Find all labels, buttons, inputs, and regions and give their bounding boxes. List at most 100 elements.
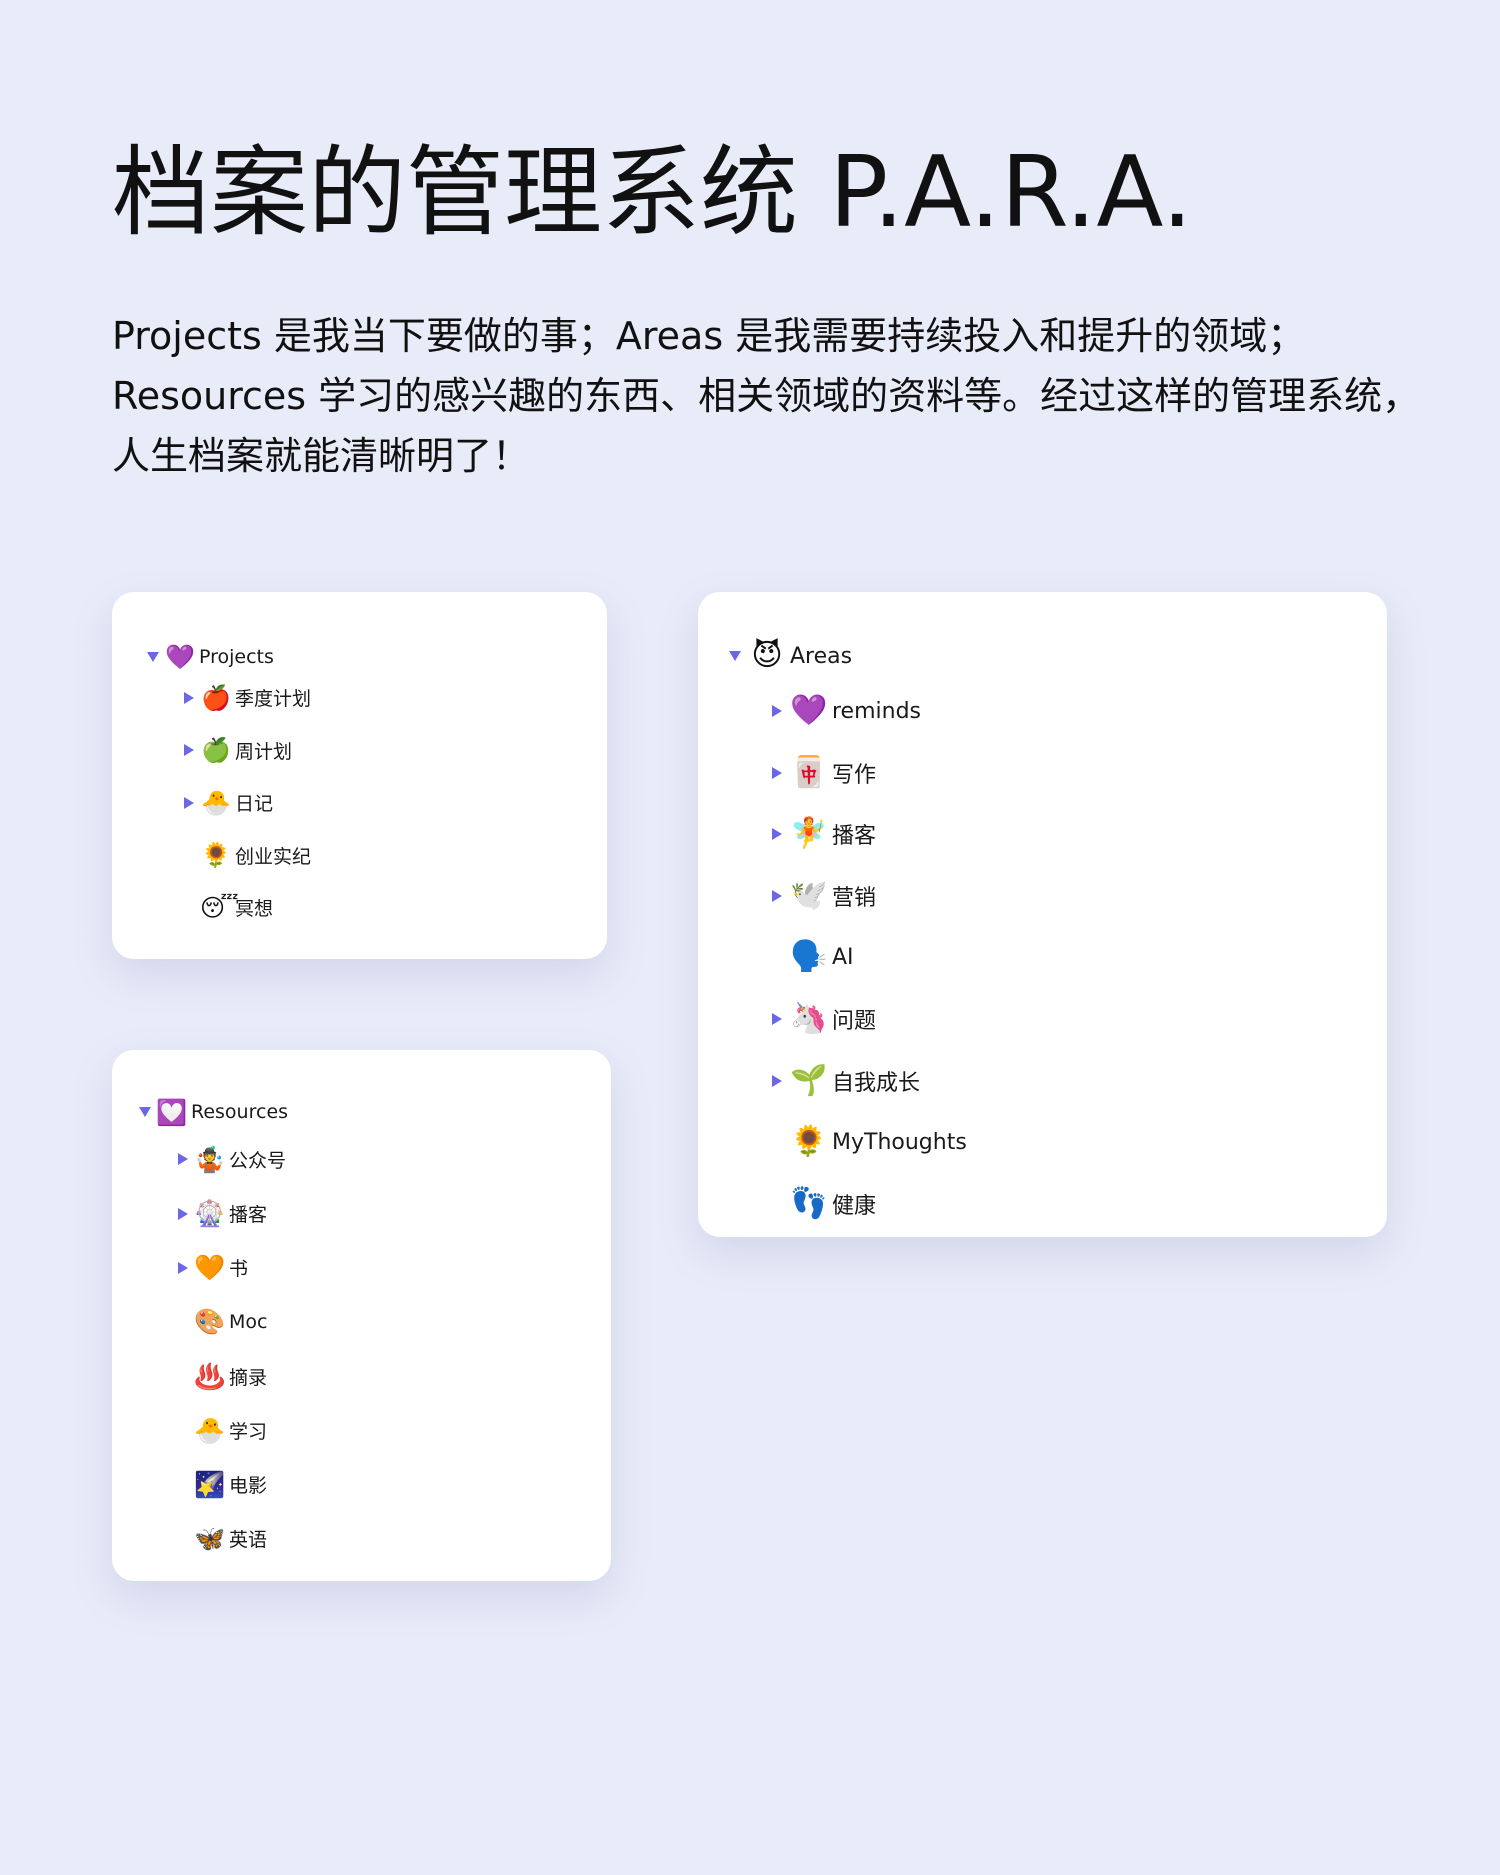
tree-item-label: 健康 [832, 1193, 877, 1219]
butterfly-icon: 🦋 [194, 1524, 226, 1554]
tree-item-label: AI [832, 944, 854, 970]
purple-heart-icon: 💜 [165, 643, 195, 671]
tree-item-label: Moc [229, 1310, 268, 1333]
tree-item-label: 摘录 [229, 1366, 268, 1389]
tree-item-label: 自我成长 [832, 1070, 921, 1096]
tree-item-label: 公众号 [229, 1149, 287, 1172]
tree-item-label: 播客 [229, 1204, 268, 1226]
caret-slot [172, 1261, 194, 1274]
caret-right-icon[interactable] [772, 1013, 782, 1026]
hatching-chick-icon: 🐣 [201, 788, 231, 817]
tree-item[interactable]: 🧚 播客 [764, 811, 876, 857]
caret-right-icon[interactable] [772, 889, 782, 902]
mahjong-tile-icon: 🀄 [790, 754, 828, 790]
tree-item[interactable]: 🐣 日记 [178, 783, 273, 822]
tree-item-label: Projects [199, 646, 274, 668]
tree-item[interactable]: 🦋 英语 [172, 1518, 267, 1559]
tree-item[interactable]: 💜 reminds [764, 688, 921, 734]
footprints-icon: 👣 [790, 1185, 828, 1221]
fairy-icon: 🧚 [790, 816, 828, 852]
hot-springs-icon: ♨️ [194, 1361, 226, 1391]
intro-paragraph: Projects 是我当下要做的事；Areas 是我需要持续投入和提升的领域； … [112, 306, 1421, 486]
caret-right-icon[interactable] [178, 1207, 188, 1220]
caret-right-icon[interactable] [184, 796, 194, 809]
ferris-wheel-icon: 🎡 [194, 1199, 226, 1228]
sunflower-icon: 🌻 [201, 841, 231, 870]
tree-item-label: reminds [832, 698, 922, 724]
caret-slot [178, 691, 200, 704]
dove-icon: 🕊️ [790, 877, 828, 913]
tree-item[interactable]: 🀄 写作 [764, 750, 876, 796]
seedling-icon: 🌱 [790, 1062, 828, 1098]
tree-item-label: 营销 [832, 885, 877, 911]
tree-item-label: Areas [790, 643, 853, 669]
green-apple-icon: 🍏 [201, 736, 231, 765]
tree-item[interactable]: 😴 冥想 [178, 888, 273, 927]
artist-palette-icon: 🎨 [194, 1307, 226, 1337]
tree-item[interactable]: 🌻 创业实纪 [178, 836, 311, 875]
projects-tree-root[interactable]: 💜 Projects [142, 637, 274, 677]
caret-right-icon[interactable] [178, 1153, 188, 1166]
tree-item-label: 书 [229, 1258, 249, 1281]
speaking-head-icon: 🗣️ [790, 939, 828, 975]
tree-item[interactable]: 🍎 季度计划 [178, 678, 311, 717]
tree-item-label: 创业实纪 [235, 845, 312, 868]
tree-item-label: 冥想 [235, 898, 274, 921]
tree-item[interactable]: 🌠 电影 [172, 1464, 267, 1505]
areas-tree-root[interactable]: 😈 Areas [722, 634, 852, 678]
projects-card: 💜 Projects 🍎 季度计划 🍏 周计划 🐣 日记 🌻 创业实纪 😴 冥想 [112, 592, 607, 959]
tree-item-label: 播客 [832, 824, 877, 850]
caret-right-icon[interactable] [184, 691, 194, 704]
page-title: 档案的管理系统 P.A.R.A. [112, 136, 1193, 250]
caret-right-icon[interactable] [772, 766, 782, 779]
tree-item-label: 问题 [832, 1009, 877, 1035]
tree-item[interactable]: 🐣 学习 [172, 1410, 267, 1451]
caret-right-icon[interactable] [772, 1074, 782, 1087]
caret-slot [178, 744, 200, 757]
caret-right-icon[interactable] [178, 1261, 188, 1274]
intro-line: 人生档案就能清晰明了！ [112, 434, 531, 478]
tree-item[interactable]: 🌱 自我成长 [764, 1058, 920, 1104]
caret-slot [764, 1074, 790, 1087]
smiling-devil-icon: 😈 [751, 638, 783, 673]
tree-item[interactable]: 🦄 问题 [764, 996, 876, 1042]
caret-slot [764, 705, 790, 718]
tree-item-label: 电影 [229, 1475, 268, 1497]
tree-item[interactable]: 🗣️ AI [764, 934, 854, 980]
caret-down-icon[interactable] [139, 1107, 151, 1117]
caret-slot [764, 828, 790, 841]
caret-right-icon[interactable] [184, 744, 194, 757]
tree-item-label: 季度计划 [235, 688, 312, 711]
resources-card: 💟 Resources 🤹 公众号 🎡 播客 🧡 书 🎨 Moc ♨️ 摘录 🐣 学习 🌠 电影 🦋 英语 [112, 1050, 611, 1581]
tree-item[interactable]: 🌻 MyThoughts [764, 1119, 966, 1165]
caret-down-icon[interactable] [729, 651, 741, 661]
intro-line: Resources 学习的感兴趣的东西、相关领域的资料等。经过这样的管理系统， [112, 374, 1421, 418]
tree-item[interactable]: 🍏 周计划 [178, 731, 292, 770]
purple-heart-icon: 💜 [790, 693, 828, 729]
tree-item[interactable]: 🧡 书 [172, 1247, 248, 1288]
areas-card: 😈 Areas 💜 reminds 🀄 写作 🧚 播客 🕊️ 营销 🗣️ AI 🦄 问题 🌱 自我成长 🌻 MyT… [698, 592, 1387, 1237]
sleeping-face-icon: 😴 [200, 893, 239, 922]
tree-item[interactable]: 🎡 播客 [172, 1193, 267, 1234]
caret-slot [172, 1207, 194, 1220]
tree-item-label: 日记 [235, 793, 274, 816]
resources-tree-root[interactable]: 💟 Resources [134, 1092, 288, 1132]
caret-down-icon[interactable] [147, 652, 159, 662]
caret-slot [764, 1013, 790, 1026]
caret-right-icon[interactable] [772, 705, 782, 718]
caret-slot [172, 1153, 194, 1166]
caret-slot [178, 796, 200, 809]
tree-item[interactable]: 🕊️ 营销 [764, 873, 876, 919]
tree-item-label: 学习 [229, 1420, 268, 1443]
red-apple-icon: 🍎 [201, 683, 231, 712]
sunflower-icon: 🌻 [790, 1124, 828, 1160]
intro-line: Projects 是我当下要做的事；Areas 是我需要持续投入和提升的领域； [112, 314, 1306, 358]
hatching-chick-icon: 🐣 [194, 1415, 226, 1445]
tree-item[interactable]: 👣 健康 [764, 1181, 876, 1227]
tree-item[interactable]: 🎨 Moc [172, 1302, 267, 1343]
tree-item[interactable]: ♨️ 摘录 [172, 1356, 267, 1397]
caret-slot [722, 651, 748, 661]
caret-right-icon[interactable] [772, 828, 782, 841]
tree-item[interactable]: 🤹 公众号 [172, 1139, 286, 1180]
tree-item-label: 英语 [229, 1529, 268, 1552]
